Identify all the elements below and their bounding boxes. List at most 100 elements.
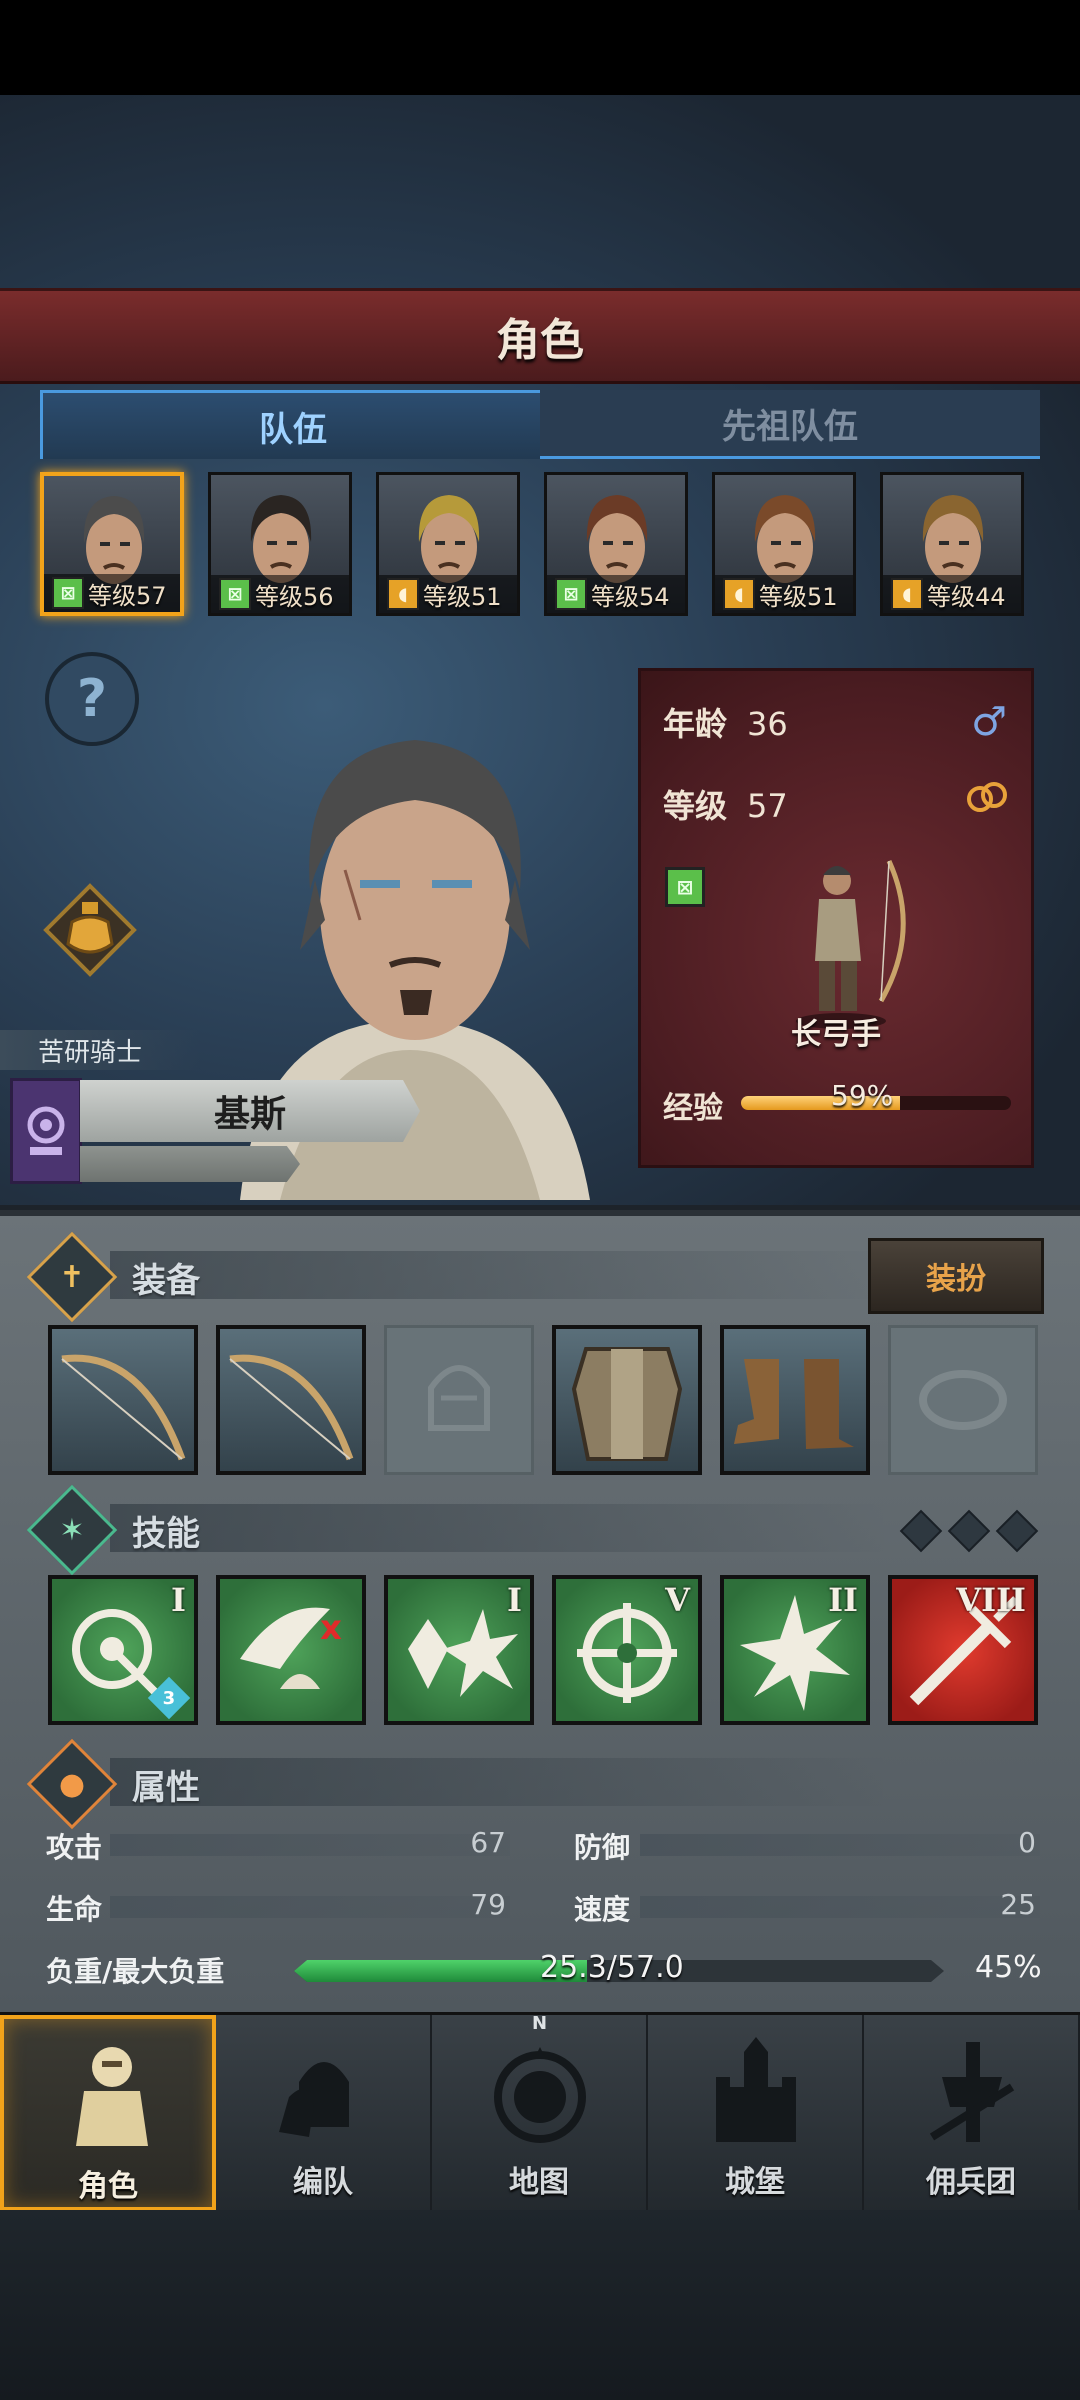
bottom-nav: 角色 编队 N 地图 城堡 佣兵团: [0, 2012, 1080, 2211]
hero-level-bar: ⊠ 等级56: [211, 575, 349, 613]
skill-slot-2[interactable]: x: [216, 1575, 366, 1725]
equipment-title: 装备: [132, 1261, 200, 1301]
longbowman-figure: [796, 859, 906, 1029]
nav-label: 编队: [293, 2165, 353, 2200]
tab-ancestor-team[interactable]: 先祖队伍: [540, 390, 1040, 459]
attributes-section-header: ● 属性: [26, 1738, 1040, 1830]
skills-section-icon: ✶: [26, 1484, 118, 1576]
nav-castle[interactable]: 城堡: [648, 2015, 864, 2211]
hero-card[interactable]: ⊠ 等级54: [544, 472, 688, 616]
bow-icon: [229, 1354, 354, 1461]
exp-label: 经验: [663, 1091, 723, 1126]
age-label: 年龄: [663, 705, 728, 743]
hero-level: 等级56: [255, 582, 334, 611]
hero-roster: ⊠ 等级57 ⊠ 等级56 ◖ 等级51 ⊠ 等级54 ◖ 等级51 ◖ 等级44: [40, 472, 1040, 622]
helmet-icon: [428, 1365, 490, 1431]
potion-icon[interactable]: [42, 882, 138, 978]
page-title: 角色: [496, 315, 584, 366]
character-name: 基斯: [80, 1080, 420, 1142]
ring-slot[interactable]: [888, 1325, 1038, 1475]
nav-character[interactable]: 角色: [0, 2015, 216, 2211]
skill-slot-1[interactable]: I 3: [48, 1575, 198, 1725]
nav-formation[interactable]: 编队: [216, 2015, 432, 2211]
hero-level-bar: ◖ 等级51: [715, 575, 853, 613]
age-row: 年龄 36: [663, 699, 788, 745]
bird-hit-icon: x: [240, 1607, 342, 1689]
helmet-slot[interactable]: [384, 1325, 534, 1475]
age-value: 36: [747, 705, 788, 743]
weapon-slot-1[interactable]: [48, 1325, 198, 1475]
class-type-icon: ⊠: [52, 577, 84, 609]
hp-label: 生命: [46, 1893, 103, 1926]
armor-icon: [571, 1347, 683, 1461]
skill-slot-indicators: [899, 1509, 1040, 1553]
class-type-icon: ◖: [387, 578, 419, 610]
attributes-section-icon: ●: [26, 1738, 118, 1830]
marriage-ring-icon[interactable]: [965, 779, 1009, 815]
hp-value: 79: [470, 1888, 506, 1921]
hero-level: 等级57: [88, 581, 167, 610]
skill-rank: VIII: [956, 1581, 1026, 1619]
hero-card[interactable]: ⊠ 等级57: [40, 472, 184, 616]
nav-label: 地图: [509, 2165, 569, 2200]
skill-slot-5[interactable]: II: [720, 1575, 870, 1725]
load-label: 负重/最大负重: [46, 1955, 225, 1988]
class-name: 长弓手: [791, 1017, 881, 1052]
section-band: [110, 1758, 890, 1806]
armor-slot[interactable]: [552, 1325, 702, 1475]
knight-icon: [76, 2047, 148, 2146]
skill-slot-dot: [899, 1509, 943, 1553]
hero-level: 等级54: [591, 582, 670, 611]
speed-value: 25: [1000, 1888, 1036, 1921]
skill-stack-count: 3: [162, 1687, 176, 1709]
hero-card[interactable]: ◖ 等级51: [712, 472, 856, 616]
class-type-icon: ⊠: [219, 578, 251, 610]
skill-slot-3[interactable]: I: [384, 1575, 534, 1725]
nav-label: 角色: [78, 2169, 138, 2204]
nav-label: 佣兵团: [926, 2165, 1016, 2200]
section-band: [110, 1504, 890, 1552]
load-percent: 45%: [975, 1950, 1042, 1985]
hero-level: 等级44: [927, 582, 1006, 611]
help-button[interactable]: ?: [45, 652, 139, 746]
load-value: 25.3/57.0: [540, 1950, 684, 1985]
bow-icon: [61, 1354, 186, 1461]
team-tabs: 队伍 先祖队伍: [40, 390, 1040, 460]
defense-value: 0: [1018, 1826, 1036, 1859]
exp-percent: 59%: [831, 1079, 894, 1112]
class-type-icon: ⊠: [555, 578, 587, 610]
weapon-slot-2[interactable]: [216, 1325, 366, 1475]
tab-team[interactable]: 队伍: [40, 390, 546, 459]
speed-label: 速度: [574, 1893, 631, 1926]
hero-card[interactable]: ⊠ 等级56: [208, 472, 352, 616]
hero-level: 等级51: [423, 582, 502, 611]
castle-icon: [716, 2037, 796, 2142]
skill-slots: I 3 x I V II VIII: [48, 1575, 1042, 1725]
skill-slot-4[interactable]: V: [552, 1575, 702, 1725]
level-row: 等级 57: [663, 781, 788, 827]
boots-icon: [734, 1359, 854, 1449]
name-ribbon-shadow: [80, 1146, 300, 1182]
compass-north-marker: N: [532, 2013, 548, 2034]
svg-text:x: x: [320, 1608, 342, 1648]
level-label: 等级: [663, 787, 728, 825]
hero-level-bar: ⊠ 等级57: [44, 574, 180, 612]
nav-map[interactable]: N 地图: [432, 2013, 648, 2211]
attack-value: 67: [470, 1826, 506, 1859]
hero-card[interactable]: ◖ 等级44: [880, 472, 1024, 616]
character-title: 苦研骑士: [0, 1030, 200, 1070]
hero-card[interactable]: ◖ 等级51: [376, 472, 520, 616]
nav-mercenary[interactable]: 佣兵团: [864, 2015, 1080, 2211]
system-nav-area: [0, 2210, 1080, 2400]
dress-up-button[interactable]: 装扮: [868, 1238, 1044, 1314]
skill-rank: I: [507, 1581, 522, 1619]
character-info-panel: 年龄 36 ♂ 等级 57 ⊠ 长弓手 经验 59%: [638, 668, 1034, 1168]
class-type-icon: ⊠: [665, 867, 705, 907]
hero-level: 等级51: [759, 582, 838, 611]
compass-map-icon: [494, 2047, 586, 2143]
character-nameplate: 苦研骑士 基斯: [0, 1030, 420, 1200]
hero-level-bar: ◖ 等级44: [883, 575, 1021, 613]
skill-rank: I: [171, 1581, 186, 1619]
skill-slot-6[interactable]: VIII: [888, 1575, 1038, 1725]
boots-slot[interactable]: [720, 1325, 870, 1475]
